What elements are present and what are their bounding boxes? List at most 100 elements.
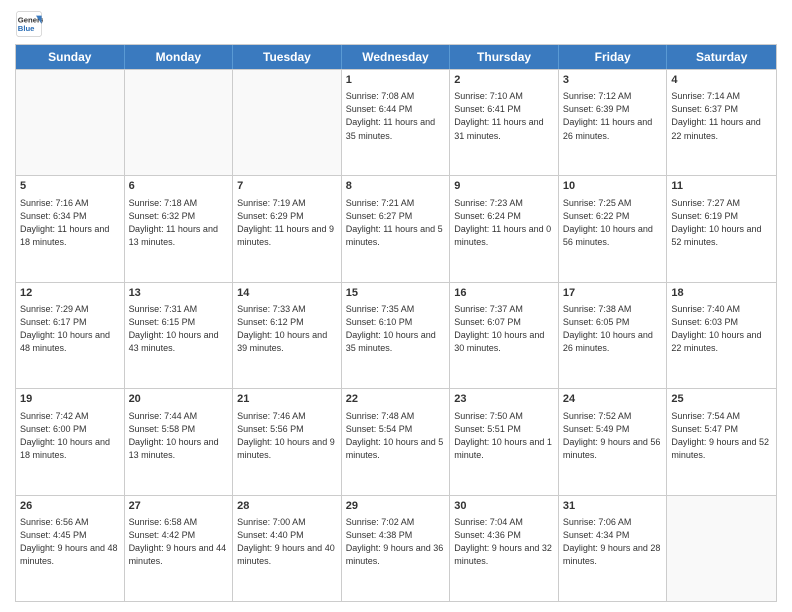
calendar-cell: 4Sunrise: 7:14 AM Sunset: 6:37 PM Daylig… <box>667 70 776 175</box>
day-info: Sunrise: 7:21 AM Sunset: 6:27 PM Dayligh… <box>346 197 446 249</box>
day-number: 20 <box>129 392 229 407</box>
day-number: 22 <box>346 392 446 407</box>
calendar-cell: 30 Sunrise: 7:04 AM Sunset: 4:36 PM Dayli… <box>450 496 559 601</box>
calendar-cell <box>125 70 234 175</box>
calendar-cell: 18Sunrise: 7:40 AM Sunset: 6:03 PM Dayli… <box>667 283 776 388</box>
day-number: 5 <box>20 179 120 194</box>
calendar-cell: 29Sunrise: 7:02 AM Sunset: 4:38 PM Dayli… <box>342 496 451 601</box>
day-number: 31 <box>563 499 663 514</box>
day-info: Sunrise: 7:00 AM Sunset: 4:40 PM Dayligh… <box>237 516 337 568</box>
calendar-week: 12 Sunrise: 7:29 AM Sunset: 6:17 PM Dayli… <box>16 282 776 388</box>
day-info: Sunrise: 7:33 AM Sunset: 6:12 PM Dayligh… <box>237 303 337 355</box>
calendar-body: 1 Sunrise: 7:08 AM Sunset: 6:44 PM Daylig… <box>16 69 776 601</box>
weekday-header: Sunday <box>16 45 125 69</box>
calendar-cell: 13Sunrise: 7:31 AM Sunset: 6:15 PM Dayli… <box>125 283 234 388</box>
day-info: Sunrise: 7:40 AM Sunset: 6:03 PM Dayligh… <box>671 303 772 355</box>
day-info: Sunrise: 7:08 AM Sunset: 6:44 PM Dayligh… <box>346 90 446 142</box>
day-number: 21 <box>237 392 337 407</box>
day-info: Sunrise: 7:48 AM Sunset: 5:54 PM Dayligh… <box>346 410 446 462</box>
calendar-cell: 25 Sunrise: 7:54 AM Sunset: 5:47 PM Dayli… <box>667 389 776 494</box>
day-number: 30 <box>454 499 554 514</box>
day-number: 8 <box>346 179 446 194</box>
weekday-header: Friday <box>559 45 668 69</box>
day-info: Sunrise: 7:18 AM Sunset: 6:32 PM Dayligh… <box>129 197 229 249</box>
calendar-cell: 28 Sunrise: 7:00 AM Sunset: 4:40 PM Dayli… <box>233 496 342 601</box>
calendar-cell: 2 Sunrise: 7:10 AM Sunset: 6:41 PM Daylig… <box>450 70 559 175</box>
calendar-cell <box>16 70 125 175</box>
day-info: Sunrise: 7:46 AM Sunset: 5:56 PM Dayligh… <box>237 410 337 462</box>
day-number: 12 <box>20 286 120 301</box>
calendar-page: General Blue SundayMondayTuesdayWednesda… <box>0 0 792 612</box>
day-info: Sunrise: 7:04 AM Sunset: 4:36 PM Dayligh… <box>454 516 554 568</box>
page-header: General Blue <box>15 10 777 38</box>
day-info: Sunrise: 7:29 AM Sunset: 6:17 PM Dayligh… <box>20 303 120 355</box>
day-number: 26 <box>20 499 120 514</box>
calendar-cell: 7Sunrise: 7:19 AM Sunset: 6:29 PM Daylig… <box>233 176 342 281</box>
calendar-cell: 10 Sunrise: 7:25 AM Sunset: 6:22 PM Dayli… <box>559 176 668 281</box>
day-info: Sunrise: 7:31 AM Sunset: 6:15 PM Dayligh… <box>129 303 229 355</box>
day-info: Sunrise: 6:58 AM Sunset: 4:42 PM Dayligh… <box>129 516 229 568</box>
calendar-cell: 16Sunrise: 7:37 AM Sunset: 6:07 PM Dayli… <box>450 283 559 388</box>
calendar-cell: 22 Sunrise: 7:48 AM Sunset: 5:54 PM Dayli… <box>342 389 451 494</box>
day-info: Sunrise: 7:23 AM Sunset: 6:24 PM Dayligh… <box>454 197 554 249</box>
svg-text:Blue: Blue <box>18 24 35 33</box>
calendar-cell: 19Sunrise: 7:42 AM Sunset: 6:00 PM Dayli… <box>16 389 125 494</box>
day-number: 10 <box>563 179 663 194</box>
calendar-cell: 20 Sunrise: 7:44 AM Sunset: 5:58 PM Dayli… <box>125 389 234 494</box>
day-info: Sunrise: 7:52 AM Sunset: 5:49 PM Dayligh… <box>563 410 663 462</box>
calendar-cell: 6 Sunrise: 7:18 AM Sunset: 6:32 PM Daylig… <box>125 176 234 281</box>
day-info: Sunrise: 7:16 AM Sunset: 6:34 PM Dayligh… <box>20 197 120 249</box>
day-info: Sunrise: 7:38 AM Sunset: 6:05 PM Dayligh… <box>563 303 663 355</box>
day-info: Sunrise: 7:54 AM Sunset: 5:47 PM Dayligh… <box>671 410 772 462</box>
day-number: 9 <box>454 179 554 194</box>
day-number: 2 <box>454 73 554 88</box>
day-number: 28 <box>237 499 337 514</box>
calendar-cell: 8 Sunrise: 7:21 AM Sunset: 6:27 PM Daylig… <box>342 176 451 281</box>
day-number: 16 <box>454 286 554 301</box>
day-number: 14 <box>237 286 337 301</box>
weekday-header: Tuesday <box>233 45 342 69</box>
logo-icon: General Blue <box>15 10 43 38</box>
day-info: Sunrise: 7:10 AM Sunset: 6:41 PM Dayligh… <box>454 90 554 142</box>
day-info: Sunrise: 7:42 AM Sunset: 6:00 PM Dayligh… <box>20 410 120 462</box>
day-number: 11 <box>671 179 772 194</box>
weekday-header: Wednesday <box>342 45 451 69</box>
day-info: Sunrise: 7:44 AM Sunset: 5:58 PM Dayligh… <box>129 410 229 462</box>
day-info: Sunrise: 7:27 AM Sunset: 6:19 PM Dayligh… <box>671 197 772 249</box>
day-number: 25 <box>671 392 772 407</box>
calendar-cell: 21 Sunrise: 7:46 AM Sunset: 5:56 PM Dayli… <box>233 389 342 494</box>
calendar-week: 1 Sunrise: 7:08 AM Sunset: 6:44 PM Daylig… <box>16 69 776 175</box>
calendar-cell: 14 Sunrise: 7:33 AM Sunset: 6:12 PM Dayli… <box>233 283 342 388</box>
calendar-cell: 5 Sunrise: 7:16 AM Sunset: 6:34 PM Daylig… <box>16 176 125 281</box>
weekday-header: Saturday <box>667 45 776 69</box>
calendar-cell <box>667 496 776 601</box>
calendar-week: 26 Sunrise: 6:56 AM Sunset: 4:45 PM Dayli… <box>16 495 776 601</box>
calendar-cell: 9 Sunrise: 7:23 AM Sunset: 6:24 PM Daylig… <box>450 176 559 281</box>
day-number: 3 <box>563 73 663 88</box>
day-number: 17 <box>563 286 663 301</box>
calendar-cell: 11 Sunrise: 7:27 AM Sunset: 6:19 PM Dayli… <box>667 176 776 281</box>
calendar: SundayMondayTuesdayWednesdayThursdayFrid… <box>15 44 777 602</box>
calendar-cell: 23Sunrise: 7:50 AM Sunset: 5:51 PM Dayli… <box>450 389 559 494</box>
day-info: Sunrise: 7:35 AM Sunset: 6:10 PM Dayligh… <box>346 303 446 355</box>
day-info: Sunrise: 7:02 AM Sunset: 4:38 PM Dayligh… <box>346 516 446 568</box>
day-number: 6 <box>129 179 229 194</box>
calendar-cell: 12 Sunrise: 7:29 AM Sunset: 6:17 PM Dayli… <box>16 283 125 388</box>
day-info: Sunrise: 6:56 AM Sunset: 4:45 PM Dayligh… <box>20 516 120 568</box>
calendar-header-row: SundayMondayTuesdayWednesdayThursdayFrid… <box>16 45 776 69</box>
calendar-cell: 15 Sunrise: 7:35 AM Sunset: 6:10 PM Dayli… <box>342 283 451 388</box>
day-number: 27 <box>129 499 229 514</box>
calendar-cell <box>233 70 342 175</box>
day-number: 15 <box>346 286 446 301</box>
calendar-cell: 31Sunrise: 7:06 AM Sunset: 4:34 PM Dayli… <box>559 496 668 601</box>
calendar-week: 5 Sunrise: 7:16 AM Sunset: 6:34 PM Daylig… <box>16 175 776 281</box>
calendar-cell: 1 Sunrise: 7:08 AM Sunset: 6:44 PM Daylig… <box>342 70 451 175</box>
day-info: Sunrise: 7:25 AM Sunset: 6:22 PM Dayligh… <box>563 197 663 249</box>
day-number: 7 <box>237 179 337 194</box>
day-number: 1 <box>346 73 446 88</box>
day-number: 24 <box>563 392 663 407</box>
day-info: Sunrise: 7:14 AM Sunset: 6:37 PM Dayligh… <box>671 90 772 142</box>
calendar-week: 19Sunrise: 7:42 AM Sunset: 6:00 PM Dayli… <box>16 388 776 494</box>
calendar-cell: 27 Sunrise: 6:58 AM Sunset: 4:42 PM Dayli… <box>125 496 234 601</box>
day-info: Sunrise: 7:12 AM Sunset: 6:39 PM Dayligh… <box>563 90 663 142</box>
